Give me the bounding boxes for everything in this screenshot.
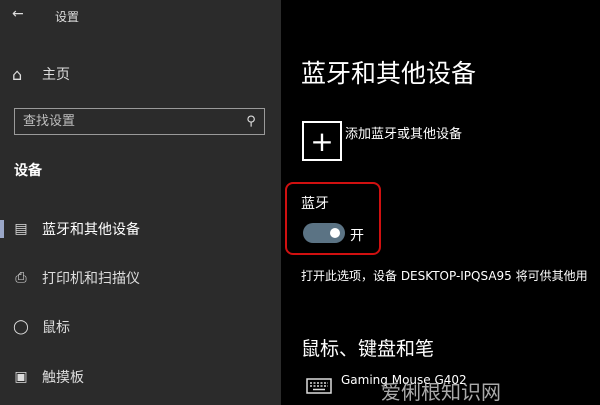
bluetooth-description: 打开此选项，设备 DESKTOP-IPQSA95 将可供其他用 — [301, 269, 588, 283]
mouse-icon: ◯ — [13, 319, 29, 335]
title-bar: ← 设置 — [0, 0, 281, 32]
sidebar-item-label: 鼠标 — [42, 320, 70, 336]
add-device-button[interactable]: + — [302, 121, 342, 161]
printer-icon: ⎙ — [15, 270, 27, 286]
search-box[interactable]: ⚲ — [14, 108, 265, 135]
home-icon: ⌂ — [12, 64, 23, 84]
add-device-label[interactable]: 添加蓝牙或其他设备 — [345, 123, 462, 142]
sidebar-item-printers[interactable]: ⎙ 打印机和扫描仪 — [0, 263, 281, 293]
search-input[interactable] — [15, 114, 238, 129]
app-title: 设置 — [55, 10, 80, 24]
keyboard-icon — [306, 378, 332, 394]
sidebar-item-bluetooth[interactable]: ▤ 蓝牙和其他设备 — [0, 214, 281, 244]
search-icon[interactable]: ⚲ — [238, 114, 264, 129]
sidebar-item-mouse[interactable]: ◯ 鼠标 — [0, 312, 281, 342]
sidebar-item-touchpad[interactable]: ▣ 触摸板 — [0, 362, 281, 392]
sidebar-item-label: 蓝牙和其他设备 — [42, 222, 140, 238]
sidebar-item-label: 触摸板 — [42, 370, 84, 386]
section-title-devices: 设备 — [14, 163, 42, 179]
home-nav-item[interactable]: ⌂ 主页 — [12, 62, 70, 86]
plus-icon: + — [310, 124, 334, 158]
red-highlight-annotation — [285, 182, 381, 255]
section-mouse-keyboard: 鼠标、键盘和笔 — [301, 338, 435, 360]
sidebar-item-label: 打印机和扫描仪 — [42, 271, 140, 287]
page-title: 蓝牙和其他设备 — [301, 59, 477, 88]
arrow-left-icon[interactable]: ← — [12, 6, 24, 22]
active-indicator — [0, 220, 4, 238]
watermark: 爱俐根知识网 — [381, 380, 501, 404]
touchpad-icon: ▣ — [14, 369, 28, 385]
bluetooth-devices-icon: ▤ — [14, 221, 28, 237]
navigation-sidebar: ← 设置 ⌂ 主页 ⚲ 设备 ▤ 蓝牙和其他设备 ⎙ 打印机和扫描仪 ◯ 鼠标 … — [0, 0, 281, 405]
home-label: 主页 — [42, 67, 70, 83]
